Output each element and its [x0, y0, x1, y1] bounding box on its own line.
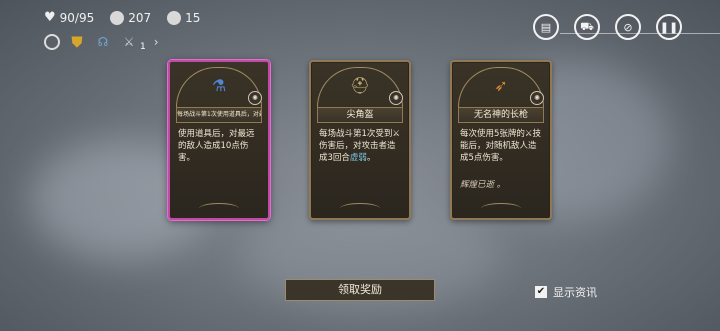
weak-keyword[interactable]: 虚弱: [350, 153, 367, 163]
card-name: 每场战斗第1次使用道具后，对最远的敌人造成10点伤害: [176, 107, 262, 123]
show-info-label: 显示资讯: [553, 286, 597, 299]
card-description: 每次使用5张牌的⚔技能后，对随机敌人造成5点伤害。: [460, 128, 544, 164]
show-info-toggle[interactable]: ✔ 显示资讯: [535, 284, 597, 300]
card-name: 无名神的长枪: [458, 107, 544, 123]
card-info-icon[interactable]: ✺: [389, 91, 403, 105]
sword-inline-icon: ⚔: [392, 129, 401, 139]
card-ornament: [199, 203, 239, 214]
map-button[interactable]: ▤: [533, 14, 559, 40]
shield-relic-icon[interactable]: ⛊: [68, 33, 86, 51]
desc-part: 。: [366, 153, 376, 163]
gold-value: 207: [128, 10, 152, 25]
hp-value: 90/95: [59, 10, 95, 25]
shop-icon: ⛟: [580, 19, 594, 33]
card-flavor-note: 辉煌已逝 。: [460, 180, 506, 190]
desc-part: 每次使用5张牌的: [460, 129, 525, 139]
potion-stat: 15: [167, 10, 201, 25]
card-description: 每场战斗第1次受到⚔伤害后，对攻击者造成3回合虚弱。: [319, 128, 403, 164]
pause-icon: ❚❚: [659, 20, 679, 34]
gold-stat: 207: [110, 10, 152, 25]
map-icon: ▤: [540, 20, 552, 34]
heart-icon: ♥: [44, 10, 56, 25]
player-stats: ♥ 90/95 207 15: [44, 10, 200, 25]
sword-inline-icon: ⚔: [524, 129, 533, 139]
gear-relic-icon[interactable]: [44, 34, 60, 50]
reward-card-2[interactable]: ⛑ ✺ 尖角盔 每场战斗第1次受到⚔伤害后，对攻击者造成3回合虚弱。: [309, 60, 411, 220]
spear-icon: ➶: [494, 76, 508, 95]
potion-count-icon: [167, 10, 182, 25]
card-description: 使用道具后，对最远的敌人造成10点伤害。: [178, 129, 255, 163]
ring-relic-icon[interactable]: ☊: [94, 33, 112, 51]
card-ornament: [481, 203, 521, 214]
shop-button[interactable]: ⛟: [574, 14, 600, 40]
card-info-icon[interactable]: ✺: [530, 91, 544, 105]
claim-reward-button[interactable]: 领取奖励: [285, 279, 435, 301]
sword-relic-count: 1: [140, 42, 146, 52]
gold-coin-icon: [110, 10, 125, 25]
card-ornament: [340, 203, 380, 214]
top-buttons: ▤ ⛟ ⊘ ❚❚: [533, 14, 682, 40]
relic-expand-icon[interactable]: ›: [154, 35, 159, 49]
pause-button[interactable]: ❚❚: [656, 14, 682, 40]
deck-icon: ⊘: [623, 20, 633, 34]
deck-button[interactable]: ⊘: [615, 14, 641, 40]
hp-stat: ♥ 90/95: [44, 10, 94, 25]
card-name: 尖角盔: [317, 107, 403, 123]
horned-helmet-icon: ⛑: [349, 76, 371, 95]
checkbox-checked-icon[interactable]: ✔: [535, 286, 547, 298]
relic-bar: ⛊ ☊ ⚔ 1 ›: [44, 32, 159, 52]
reward-card-1[interactable]: ⚗ ✺ 每场战斗第1次使用道具后，对最远的敌人造成10点伤害 使用道具后，对最远…: [168, 60, 270, 220]
card-info-icon[interactable]: ✺: [248, 91, 262, 105]
sword-relic-icon[interactable]: ⚔: [120, 33, 138, 51]
reward-card-3[interactable]: ➶ ✺ 无名神的长枪 每次使用5张牌的⚔技能后，对随机敌人造成5点伤害。 辉煌已…: [450, 60, 552, 220]
potion-value: 15: [185, 10, 201, 25]
potion-icon: ⚗: [211, 76, 227, 95]
desc-part: 每场战斗第1次受到: [319, 129, 393, 139]
